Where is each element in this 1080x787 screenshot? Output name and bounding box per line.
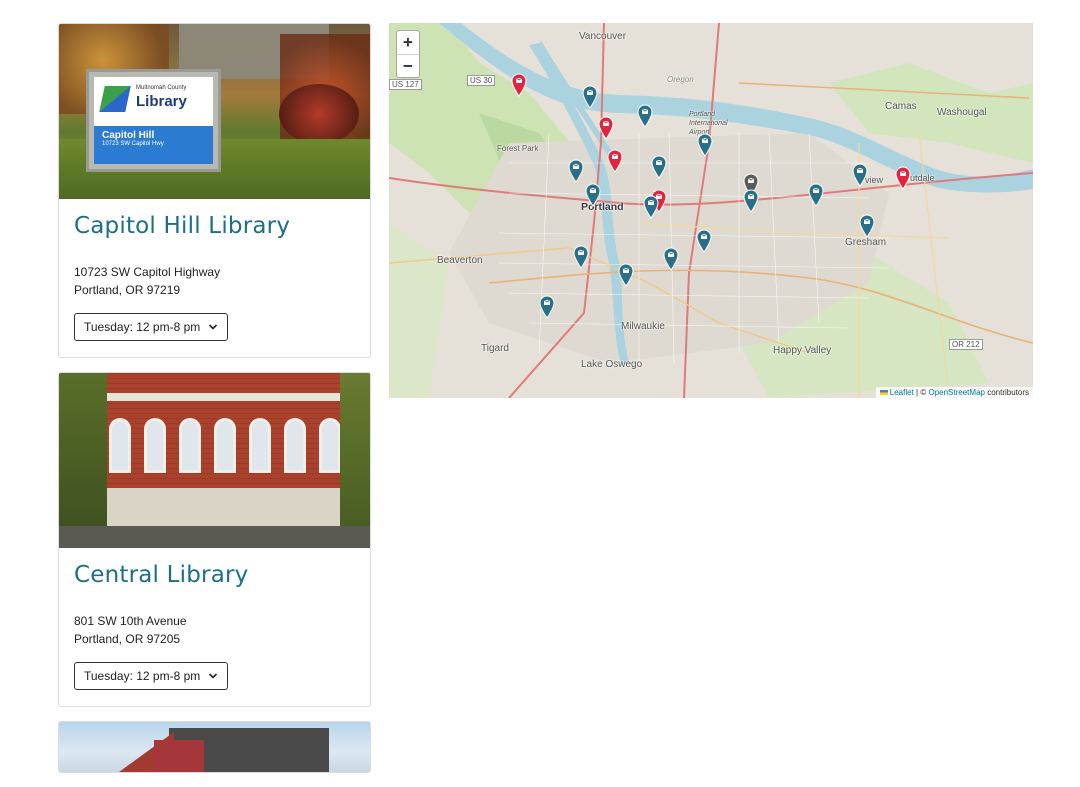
map-label: Beaverton (437, 255, 483, 266)
map-label: Milwaukie (621, 321, 665, 332)
map-label: US 127 (389, 79, 422, 90)
map-label: Tigard (481, 343, 509, 354)
openstreetmap-link[interactable]: OpenStreetMap (928, 388, 984, 397)
map-label: Lake Oswego (581, 359, 643, 370)
library-photo: Multnomah County Library Capitol Hill 10… (59, 24, 370, 199)
zoom-control: + − (396, 30, 420, 78)
hours-label: Tuesday: 12 pm-8 pm (84, 320, 201, 334)
map-label: Vancouver (579, 31, 627, 42)
library-photo (59, 373, 370, 548)
library-marker-icon[interactable] (573, 245, 589, 269)
library-card[interactable] (58, 721, 371, 773)
hours-dropdown[interactable]: Tuesday: 12 pm-8 pm (74, 313, 229, 341)
library-marker-icon[interactable] (895, 166, 911, 190)
chevron-down-icon (209, 324, 218, 330)
library-card[interactable]: Central Library 801 SW 10th Avenue Portl… (58, 372, 371, 707)
library-marker-icon[interactable] (859, 214, 875, 238)
library-marker-icon[interactable] (582, 85, 598, 109)
library-marker-icon[interactable] (511, 73, 527, 97)
library-marker-icon[interactable] (697, 133, 713, 157)
library-name[interactable]: Capitol Hill Library (74, 213, 355, 239)
library-name[interactable]: Central Library (74, 562, 355, 588)
zoom-in-button[interactable]: + (397, 31, 419, 54)
leaflet-link[interactable]: Leaflet (890, 388, 914, 397)
library-address: 801 SW 10th Avenue Portland, OR 97205 (74, 614, 187, 646)
map-label: US 30 (467, 75, 496, 86)
hours-label: Tuesday: 12 pm-8 pm (84, 669, 201, 683)
library-marker-icon[interactable] (585, 183, 601, 207)
ukraine-flag-icon (879, 390, 888, 396)
map-label: Washougal (937, 107, 987, 118)
library-marker-icon[interactable] (607, 149, 623, 173)
chevron-down-icon (209, 673, 218, 679)
map-label: Happy Valley (773, 345, 832, 356)
map-label: Oregon (667, 75, 694, 84)
map-label: utdale (910, 173, 935, 183)
library-logo-icon (99, 86, 131, 112)
library-list: Multnomah County Library Capitol Hill 10… (58, 23, 371, 787)
map-label: OR 212 (949, 339, 983, 350)
library-marker-icon[interactable] (808, 183, 824, 207)
library-marker-icon[interactable] (568, 159, 584, 183)
library-marker-icon[interactable] (743, 189, 759, 213)
library-card[interactable]: Multnomah County Library Capitol Hill 10… (58, 23, 371, 358)
library-marker-icon[interactable] (663, 247, 679, 271)
map-label: Camas (885, 101, 917, 112)
library-marker-icon[interactable] (598, 116, 614, 140)
library-marker-icon[interactable] (651, 155, 667, 179)
library-marker-icon[interactable] (852, 163, 868, 187)
library-sign: Multnomah County Library Capitol Hill 10… (86, 69, 221, 172)
library-marker-icon[interactable] (539, 295, 555, 319)
library-photo (59, 722, 370, 772)
library-marker-icon[interactable] (696, 229, 712, 253)
library-marker-icon[interactable] (643, 195, 659, 219)
hours-dropdown[interactable]: Tuesday: 12 pm-8 pm (74, 662, 229, 690)
map-label: Gresham (845, 237, 887, 248)
map-label: Forest Park (497, 144, 539, 153)
map-attribution: Leaflet | © OpenStreetMap contributors (875, 387, 1033, 398)
zoom-out-button[interactable]: − (397, 54, 419, 77)
library-map[interactable]: + − Vancouver Portland Beaverton Gresham… (389, 23, 1033, 398)
library-marker-icon[interactable] (618, 263, 634, 287)
library-address: 10723 SW Capitol Highway Portland, OR 97… (74, 265, 221, 297)
library-marker-icon[interactable] (637, 104, 653, 128)
